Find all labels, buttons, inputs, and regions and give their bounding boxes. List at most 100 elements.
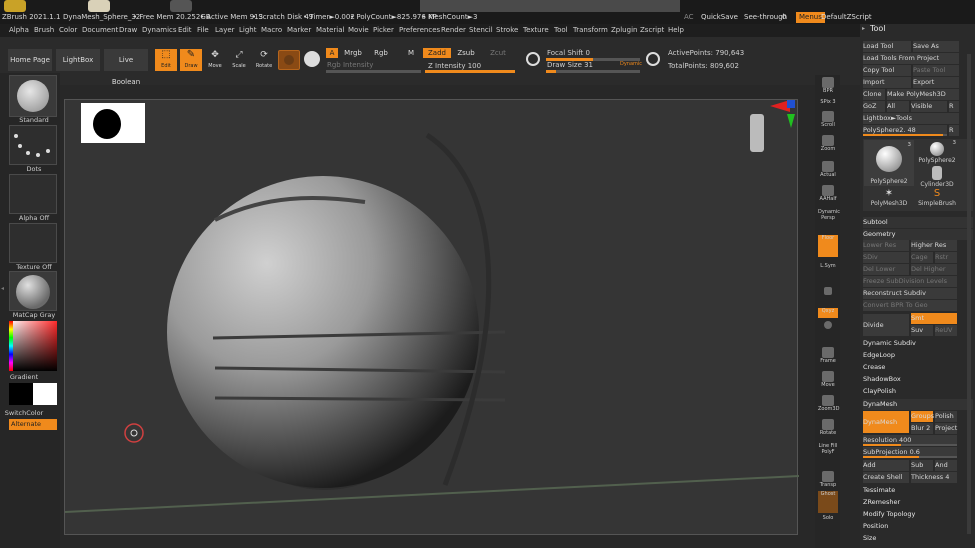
live-boolean-button[interactable]: Live Boolean (104, 49, 148, 86)
menu-tool[interactable]: Tool (554, 24, 568, 37)
stroke-dots-button[interactable] (9, 125, 57, 165)
menu-transform[interactable]: Transform (573, 24, 608, 37)
zoom-button[interactable]: Zoom (818, 135, 838, 157)
quicksave-button[interactable]: QuickSave (698, 12, 741, 23)
rotation-icon[interactable] (646, 52, 660, 66)
freeze-subdivision-button[interactable]: Freeze SubDivision Levels (863, 276, 957, 287)
rgb-button[interactable]: Rgb (370, 48, 392, 58)
focal-shift-slider[interactable]: Focal Shift 0 (547, 49, 590, 57)
sub-button[interactable]: Sub (911, 460, 933, 471)
modify-topology-section[interactable]: Modify Topology (863, 509, 973, 520)
crease-section[interactable]: Crease (863, 362, 973, 373)
smt-toggle[interactable]: Smt (911, 313, 957, 324)
menu-material[interactable]: Material (316, 24, 344, 37)
brush-standard-button[interactable] (9, 75, 57, 117)
rstr-button[interactable]: Rstr (935, 252, 957, 263)
menu-stencil[interactable]: Stencil (469, 24, 493, 37)
divide-button[interactable]: Divide (863, 314, 909, 336)
menu-render[interactable]: Render (441, 24, 466, 37)
save-as-button[interactable]: Save As (913, 41, 959, 52)
lightbox-button[interactable]: LightBox (56, 49, 100, 71)
menu-movie[interactable]: Movie (348, 24, 369, 37)
edgeloop-section[interactable]: EdgeLoop (863, 350, 973, 361)
load-tool-button[interactable]: Load Tool (863, 41, 911, 52)
menu-alpha[interactable]: Alpha (9, 24, 29, 37)
import-button[interactable]: Import (863, 77, 911, 88)
sdiv-slider[interactable]: SDiv (863, 252, 909, 263)
convert-bpr-button[interactable]: Convert BPR To Geo (863, 300, 957, 311)
left-tray-collapse-icon[interactable]: ◂ (1, 285, 4, 292)
clone-button[interactable]: Clone (863, 89, 885, 100)
main-color-swatch[interactable] (9, 383, 33, 405)
polyf-button[interactable]: Line Fill PolyF (818, 443, 838, 469)
reuv-toggle[interactable]: ReUV (935, 325, 957, 336)
scale-button[interactable]: ⤢ Scale (229, 49, 249, 71)
claypolish-section[interactable]: ClayPolish (863, 386, 973, 397)
axis-y-gizmo[interactable] (787, 114, 795, 128)
tool-scrollbar[interactable] (967, 54, 971, 534)
higher-res-button[interactable]: Higher Res (911, 240, 957, 251)
project-toggle[interactable]: Project (935, 423, 957, 434)
dynamic-toggle[interactable]: Dynamic (620, 61, 642, 67)
polish-toggle[interactable]: Polish (935, 411, 957, 422)
switchcolor-button[interactable]: SwitchColor (0, 409, 48, 417)
del-higher-button[interactable]: Del Higher (911, 264, 957, 275)
persp-button[interactable]: Dynamic Persp (818, 209, 840, 231)
material-swatch-button[interactable] (278, 50, 300, 70)
alternate-button[interactable]: Alternate (9, 419, 57, 430)
menu-layer[interactable]: Layer (215, 24, 235, 37)
move-view-button[interactable]: Move (818, 371, 838, 393)
size-section[interactable]: Size (863, 533, 973, 544)
goz-button[interactable]: GoZ (863, 101, 885, 112)
menu-preferences[interactable]: Preferences (399, 24, 440, 37)
draw-size-track[interactable] (546, 70, 640, 73)
dynamic-subdiv-section[interactable]: Dynamic Subdiv (863, 338, 973, 349)
menu-edit[interactable]: Edit (178, 24, 192, 37)
shadowbox-section[interactable]: ShadowBox (863, 374, 973, 385)
document-canvas[interactable] (64, 99, 799, 535)
default-zscript-button[interactable]: DefaultZScript (818, 12, 875, 23)
rgb-intensity-slider[interactable]: Rgb Intensity (327, 61, 373, 69)
texture-off-button[interactable] (9, 223, 57, 263)
project-thumb-2[interactable] (88, 0, 110, 12)
subtool-section[interactable]: Subtool (863, 217, 973, 228)
xyz-sym-icon[interactable] (818, 321, 838, 335)
axis-z-gizmo[interactable] (787, 100, 795, 108)
project-thumb-3[interactable] (170, 0, 192, 12)
lightbox-tools-button[interactable]: Lightbox►Tools (863, 113, 959, 124)
scroll-button[interactable]: Scroll (818, 111, 838, 133)
thickness-slider[interactable]: Thickness 4 (911, 472, 957, 483)
bpr-button[interactable]: BPR (818, 77, 838, 99)
load-tools-from-project-button[interactable]: Load Tools From Project (863, 53, 959, 64)
aahalf-button[interactable]: AAHalf (818, 185, 838, 207)
transp-button[interactable]: Transp (818, 471, 838, 493)
menu-document[interactable]: Document (82, 24, 118, 37)
rotate-button[interactable]: ⟳ Rotate (253, 49, 275, 71)
cage-button[interactable]: Cage (911, 252, 933, 263)
position-section[interactable]: Position (863, 521, 973, 532)
menu-color[interactable]: Color (59, 24, 77, 37)
lower-res-button[interactable]: Lower Res (863, 240, 909, 251)
rgb-intensity-track[interactable] (326, 70, 421, 73)
draw-size-slider[interactable]: Draw Size 31 (547, 61, 593, 69)
subprojection-track[interactable] (863, 456, 957, 458)
qxyz-button[interactable]: Qxyz (818, 308, 838, 318)
secondary-color-swatch[interactable] (33, 383, 57, 405)
make-polymesh3d-button[interactable]: Make PolyMesh3D (887, 89, 959, 100)
menu-zplugin[interactable]: Zplugin (611, 24, 637, 37)
current-tool-track[interactable] (863, 134, 947, 136)
zremesher-section[interactable]: ZRemesher (863, 497, 973, 508)
geometry-section[interactable]: Geometry (863, 229, 973, 240)
zsub-button[interactable]: Zsub (455, 48, 477, 58)
zsymmetry-icon[interactable] (304, 51, 320, 67)
visible-button[interactable]: Visible (911, 101, 947, 112)
del-lower-button[interactable]: Del Lower (863, 264, 909, 275)
spix-slider[interactable]: SPix 3 (818, 99, 838, 109)
zadd-button[interactable]: Zadd (423, 48, 451, 58)
z-intensity-track[interactable] (425, 70, 515, 73)
project-thumb-1[interactable] (4, 0, 26, 12)
all-button[interactable]: All (887, 101, 909, 112)
m-button[interactable]: M (404, 48, 418, 58)
paste-tool-button[interactable]: Paste Tool (913, 65, 959, 76)
menu-file[interactable]: File (197, 24, 209, 37)
